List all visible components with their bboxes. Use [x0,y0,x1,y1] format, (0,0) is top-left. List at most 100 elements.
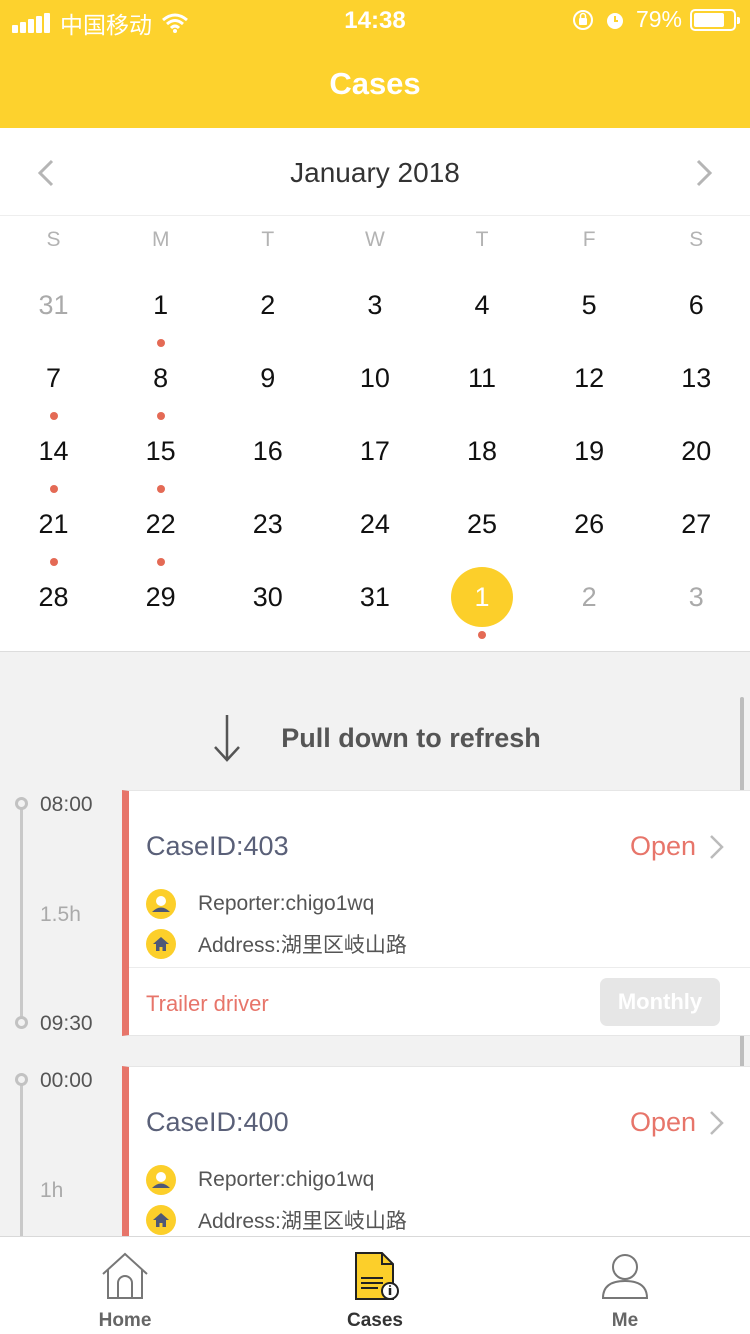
day-number: 1 [153,290,169,320]
calendar-week: 28 29 30 31 1 2 3 [0,560,750,639]
day-number: 18 [467,436,498,466]
tab-me[interactable]: Me [500,1237,750,1334]
tab-cases-label: Cases [347,1310,403,1331]
app-header: 中国移动 14:38 79% Cases [0,0,750,128]
weekday-label: M [151,228,170,251]
weekday-label: W [365,228,385,251]
timeline-node [15,1016,28,1029]
address-text: Address:湖里区岐山路 [198,1210,407,1233]
calendar-day[interactable]: 22 [107,487,214,566]
calendar-day[interactable]: 3 [321,268,428,341]
calendar-day[interactable]: 11 [429,341,536,414]
calendar-day[interactable]: 18 [429,414,536,487]
battery-icon [690,8,740,31]
calendar-day-selected[interactable]: 1 [429,560,536,639]
day-number: 9 [260,363,276,393]
day-number: 12 [574,363,605,393]
day-number: 3 [367,290,383,320]
calendar-day[interactable]: 9 [214,341,321,414]
day-number: 8 [153,363,169,393]
tab-cases[interactable]: Cases [250,1237,500,1334]
calendar-week: 14 15 16 17 18 19 20 [0,414,750,493]
next-month-button[interactable] [690,158,718,188]
calendar-day[interactable]: 23 [214,487,321,560]
calendar-day[interactable]: 7 [0,341,107,420]
calendar-day[interactable]: 4 [429,268,536,341]
calendar-day[interactable]: 10 [321,341,428,414]
calendar-day[interactable]: 19 [536,414,643,487]
case-id: CaseID:403 [146,831,289,861]
duration: 1h [40,1179,64,1202]
calendar-day[interactable]: 17 [321,414,428,487]
calendar-day[interactable]: 12 [536,341,643,414]
calendar-day[interactable]: 20 [643,414,750,487]
day-number: 28 [38,582,69,612]
calendar-day[interactable]: 21 [0,487,107,566]
calendar-day[interactable]: 16 [214,414,321,487]
start-time: 08:00 [40,793,93,816]
calendar-day[interactable]: 31 [321,560,428,633]
day-number: 22 [145,509,176,539]
day-number: 5 [581,290,597,320]
address-row: Address:湖里区岐山路 [146,929,407,959]
weekday-label: S [689,228,704,251]
calendar-day[interactable]: 29 [107,560,214,633]
calendar-day[interactable]: 27 [643,487,750,560]
house-icon [146,929,176,959]
calendar-day[interactable]: 25 [429,487,536,560]
day-number: 14 [38,436,69,466]
day-number: 31 [359,582,390,612]
day-number: 20 [681,436,712,466]
day-number: 17 [359,436,390,466]
calendar-day[interactable]: 28 [0,560,107,633]
calendar-day[interactable]: 2 [214,268,321,341]
page-title: Cases [329,66,421,101]
calendar-day[interactable]: 5 [536,268,643,341]
alarm-icon [606,12,623,29]
calendar-grid: 31 1 2 3 4 5 6 7 8 9 10 11 12 13 14 15 16 17 18 19 20 21 22 23 2… [0,268,750,639]
tab-home-label: Home [98,1310,152,1331]
calendar-day[interactable]: 26 [536,487,643,560]
calendar-week: 31 1 2 3 4 5 6 [0,268,750,347]
day-number: 6 [688,290,704,320]
timeline-node [15,797,28,810]
day-number: 10 [359,363,390,393]
person-icon [146,1165,176,1195]
day-number: 13 [681,363,712,393]
calendar-day[interactable]: 15 [107,414,214,493]
end-time: 09:30 [40,1012,93,1035]
calendar-day[interactable]: 8 [107,341,214,420]
refresh-label: Pull down to refresh [281,722,541,753]
tab-home[interactable]: Home [0,1237,250,1334]
calendar-day[interactable]: 2 [536,560,643,633]
calendar-day[interactable]: 30 [214,560,321,633]
divider [129,967,750,968]
house-icon [146,1205,176,1235]
calendar-day[interactable]: 6 [643,268,750,341]
tab-me-label: Me [611,1310,639,1331]
day-number: 21 [38,509,69,539]
calendar-day[interactable]: 3 [643,560,750,633]
calendar-month: January 2018 [290,157,460,188]
day-number: 2 [260,290,276,320]
day-number: 7 [46,363,62,393]
address-text: Address:湖里区岐山路 [198,934,407,957]
person-icon [146,889,176,919]
home-icon [102,1252,148,1299]
case-id: CaseID:400 [146,1107,289,1137]
day-number: 1 [474,582,490,612]
case-card[interactable]: CaseID:403 Open Reporter:chigo1wq Addres… [122,790,750,1036]
duration: 1.5h [40,903,81,926]
calendar-day[interactable]: 14 [0,414,107,493]
calendar-day[interactable]: 31 [0,268,107,341]
tab-bar: Home Cases Me [0,1236,750,1334]
day-number: 4 [474,290,490,320]
start-time: 00:00 [40,1069,93,1092]
chevron-right-icon[interactable] [708,833,726,861]
calendar-day[interactable]: 13 [643,341,750,414]
calendar-day[interactable]: 1 [107,268,214,347]
weekday-label: S [46,228,61,251]
chevron-right-icon[interactable] [708,1109,726,1137]
calendar-day[interactable]: 24 [321,487,428,560]
timeline-node [15,1073,28,1086]
